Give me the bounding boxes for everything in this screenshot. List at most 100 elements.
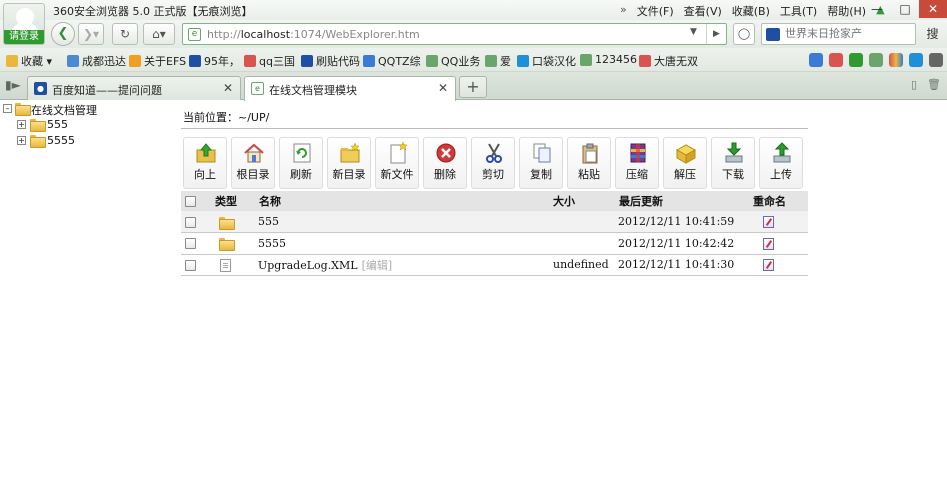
- tree-item-555[interactable]: + 555: [2, 117, 177, 133]
- tree-root-label[interactable]: 在线文档管理: [31, 102, 97, 118]
- home-icon: [244, 143, 264, 163]
- select-all-checkbox[interactable]: [185, 196, 196, 207]
- table-row[interactable]: UpgradeLog.XML [编辑] undefined 2012/12/11 …: [181, 254, 808, 276]
- grid-icon[interactable]: [929, 53, 943, 67]
- closed-tabs-icon[interactable]: ▯: [911, 78, 917, 91]
- bookmark-item[interactable]: 95年，: [189, 53, 240, 69]
- header-name[interactable]: 名称: [258, 191, 553, 211]
- menu-overflow[interactable]: »: [620, 3, 627, 19]
- tab-favicon-icon: ●: [34, 82, 47, 95]
- new-file-button[interactable]: 新文件: [375, 137, 419, 189]
- download-button[interactable]: 下载: [711, 137, 755, 189]
- file-name-link[interactable]: UpgradeLog.XML: [258, 259, 358, 272]
- upload-button[interactable]: 上传: [759, 137, 803, 189]
- address-url[interactable]: http://localhost:1074/WebExplorer.htm: [207, 28, 420, 41]
- tab-close-icon[interactable]: ✕: [438, 81, 448, 95]
- tree-root[interactable]: – 在线文档管理: [2, 101, 177, 117]
- bookmark-item[interactable]: 大唐无双: [639, 53, 698, 69]
- heart-icon[interactable]: [829, 53, 843, 67]
- folder-icon: [15, 103, 31, 116]
- header-size[interactable]: 大小: [553, 191, 618, 211]
- up-button[interactable]: 向上: [183, 137, 227, 189]
- menu-help[interactable]: 帮助(H): [827, 3, 866, 19]
- delete-button[interactable]: 删除: [423, 137, 467, 189]
- go-icon[interactable]: ▶: [706, 24, 726, 44]
- header-updated[interactable]: 最后更新: [618, 191, 750, 211]
- refresh-button[interactable]: 刷新: [279, 137, 323, 189]
- root-button[interactable]: 根目录: [231, 137, 275, 189]
- tree-item-label[interactable]: 555: [47, 118, 68, 131]
- cart-icon[interactable]: [809, 53, 823, 67]
- forward-icon[interactable]: ❯▾: [78, 23, 104, 45]
- extract-button[interactable]: 解压: [663, 137, 707, 189]
- clover-icon[interactable]: [869, 53, 883, 67]
- expand-icon[interactable]: +: [17, 136, 26, 145]
- cut-button[interactable]: 剪切: [471, 137, 515, 189]
- tools-icon[interactable]: [909, 53, 923, 67]
- compress-button[interactable]: 压缩: [615, 137, 659, 189]
- bookmark-item[interactable]: 成都迅达: [67, 53, 126, 69]
- home-page-icon[interactable]: ⌂▾: [143, 23, 175, 45]
- extract-icon: [675, 144, 697, 164]
- menu-tools[interactable]: 工具(T): [780, 3, 817, 19]
- file-name-link[interactable]: 555: [258, 215, 279, 228]
- minimize-icon[interactable]: —: [863, 0, 891, 18]
- paste-button[interactable]: 粘贴: [567, 137, 611, 189]
- expand-icon[interactable]: +: [17, 120, 26, 129]
- bookmark-item[interactable]: 123456: [580, 53, 637, 66]
- current-location: 当前位置：~/UP/: [183, 109, 269, 125]
- copy-button[interactable]: 复制: [519, 137, 563, 189]
- row-checkbox[interactable]: [185, 259, 196, 271]
- user-avatar[interactable]: 请登录: [3, 3, 45, 45]
- bookmark-favorites[interactable]: 收藏 ▾: [6, 53, 52, 69]
- file-name-link[interactable]: 5555: [258, 237, 286, 250]
- rename-icon[interactable]: [763, 216, 774, 228]
- tree-item-5555[interactable]: + 5555: [2, 133, 177, 149]
- maximize-icon[interactable]: □: [891, 0, 919, 18]
- bookmark-item[interactable]: 刷贴代码: [301, 53, 360, 69]
- folder-icon: [30, 119, 46, 132]
- bookmark-item[interactable]: QQTZ综: [363, 53, 421, 69]
- security-shield-icon[interactable]: ◯: [733, 23, 755, 45]
- file-updated: 2012/12/11 10:41:30: [618, 254, 750, 276]
- bookmark-item[interactable]: 爱: [485, 53, 511, 69]
- back-icon[interactable]: ❮: [51, 22, 75, 46]
- rename-icon[interactable]: [763, 259, 774, 272]
- table-row[interactable]: 5555 2012/12/11 10:42:42: [181, 232, 808, 255]
- search-input[interactable]: [785, 27, 913, 40]
- new-folder-icon: [340, 142, 360, 163]
- tab-close-icon[interactable]: ✕: [223, 81, 233, 95]
- tab-baidu[interactable]: ● 百度知道——提问问题 ✕: [27, 76, 241, 100]
- menu-view[interactable]: 查看(V): [684, 3, 722, 19]
- sidebar-toggle-icon[interactable]: ▮►: [5, 78, 21, 92]
- row-checkbox[interactable]: [185, 216, 196, 228]
- bookmark-item[interactable]: 关于EFS: [129, 53, 186, 69]
- trash-icon[interactable]: 🗑: [927, 78, 941, 91]
- new-folder-button[interactable]: 新目录: [327, 137, 371, 189]
- bookmark-item[interactable]: 口袋汉化: [517, 53, 576, 69]
- tab-doc-manager[interactable]: e 在线文档管理模块 ✕: [244, 76, 456, 101]
- row-checkbox[interactable]: [185, 238, 196, 250]
- search-button[interactable]: 搜: [918, 23, 947, 45]
- refresh-page-icon[interactable]: ↻: [112, 23, 138, 45]
- file-updated: 2012/12/11 10:41:59: [618, 211, 750, 233]
- login-button[interactable]: 请登录: [4, 30, 44, 44]
- rename-icon[interactable]: [763, 237, 774, 250]
- address-bar[interactable]: e http://localhost:1074/WebExplorer.htm …: [182, 23, 727, 45]
- green-ext-icon[interactable]: [849, 53, 863, 67]
- header-type[interactable]: 类型: [203, 191, 258, 211]
- color-ext-icon[interactable]: [889, 53, 903, 67]
- bookmark-item[interactable]: QQ业务: [426, 53, 480, 69]
- search-engine-icon[interactable]: [766, 28, 780, 41]
- tree-item-label[interactable]: 5555: [47, 134, 75, 147]
- edit-link[interactable]: [编辑]: [362, 259, 393, 272]
- collapse-icon[interactable]: –: [3, 104, 12, 113]
- address-dropdown-icon[interactable]: ▼: [690, 27, 704, 37]
- close-window-icon[interactable]: ✕: [919, 0, 947, 18]
- menu-file[interactable]: 文件(F): [637, 3, 674, 19]
- search-box[interactable]: [761, 23, 916, 45]
- bookmark-item[interactable]: qq三国: [244, 53, 295, 69]
- new-tab-button[interactable]: +: [459, 76, 487, 98]
- table-row[interactable]: 555 2012/12/11 10:41:59: [181, 211, 808, 233]
- menu-favorites[interactable]: 收藏(B): [732, 3, 770, 19]
